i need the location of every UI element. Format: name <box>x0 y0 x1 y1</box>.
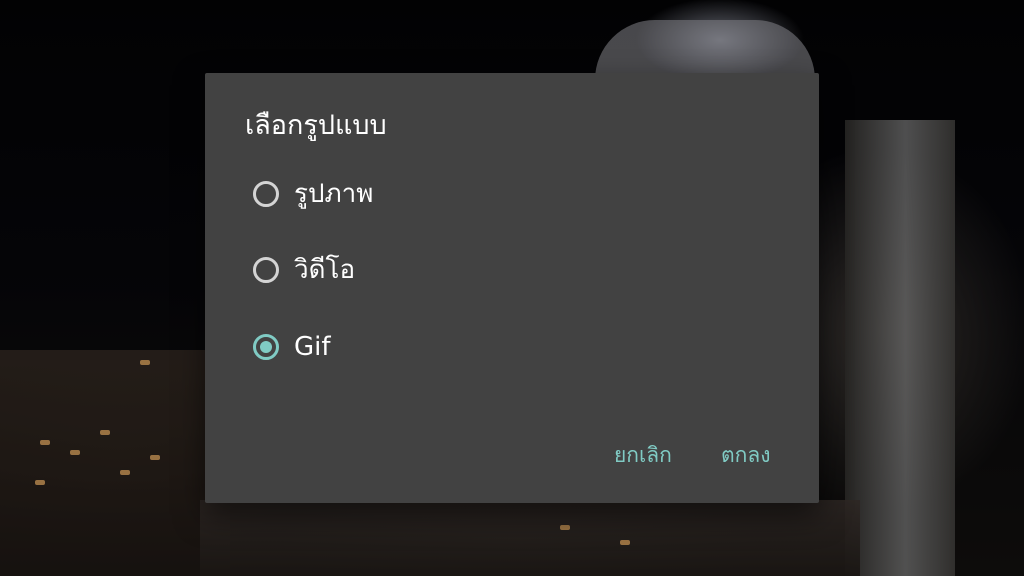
option-video-label: วิดีโอ <box>294 255 356 285</box>
option-image[interactable]: รูปภาพ <box>251 173 771 221</box>
option-gif-label: Gif <box>294 332 331 362</box>
option-video[interactable]: วิดีโอ <box>251 249 771 297</box>
cancel-button[interactable]: ยกเลิก <box>614 435 672 475</box>
ok-button[interactable]: ตกลง <box>721 435 770 475</box>
radio-unchecked-icon[interactable] <box>253 257 279 283</box>
radio-checked-icon[interactable] <box>253 334 279 360</box>
option-image-label: รูปภาพ <box>294 179 374 209</box>
screen: เลือกรูปแบบ รูปภาพ วิดีโอ Gif ยกเลิก ตกล… <box>0 0 1024 576</box>
dialog-actions: ยกเลิก ตกลง <box>205 435 819 475</box>
format-picker-dialog: เลือกรูปแบบ รูปภาพ วิดีโอ Gif ยกเลิก ตกล… <box>205 73 819 503</box>
option-gif[interactable]: Gif <box>251 326 771 374</box>
radio-unchecked-icon[interactable] <box>253 181 279 207</box>
dialog-title: เลือกรูปแบบ <box>245 110 387 141</box>
